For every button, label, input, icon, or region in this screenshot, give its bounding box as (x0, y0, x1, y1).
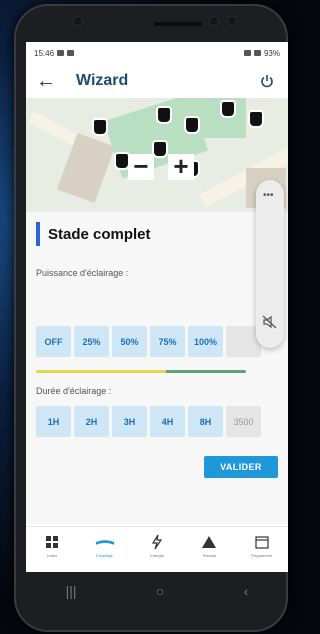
tab-programme[interactable]: Programme (239, 533, 285, 558)
stadium-map[interactable] (26, 98, 288, 212)
proximity-sensor (210, 17, 218, 25)
power-level-bar (36, 370, 246, 373)
wifi-icon (253, 50, 261, 56)
bolt-icon (147, 533, 167, 551)
back-arrow-icon[interactable]: ← (36, 71, 60, 91)
notification-icon (67, 50, 75, 56)
duration-option-4h[interactable]: 4H (150, 406, 185, 437)
bottom-tab-bar: Index Eclairage Energie Pannes Programme (26, 526, 288, 572)
section-header: Stade complet (36, 222, 151, 246)
light-mast-icon[interactable] (116, 154, 128, 168)
power-option-off[interactable]: OFF (36, 326, 71, 357)
duration-option-8h[interactable]: 8H (188, 406, 223, 437)
front-camera (74, 17, 82, 25)
power-option-100[interactable]: 100% (188, 326, 223, 357)
volume-panel[interactable]: ••• (256, 180, 284, 348)
tab-label: Programme (251, 553, 273, 558)
tab-energie[interactable]: Energie (134, 533, 180, 558)
app-bar: ← Wizard (26, 64, 288, 98)
power-option-75[interactable]: 75% (150, 326, 185, 357)
home-button[interactable]: ○ (156, 583, 164, 599)
speaker-mute-icon[interactable] (262, 314, 278, 330)
tab-label: Index (47, 553, 58, 558)
duration-option-custom[interactable]: 3500 (226, 406, 261, 437)
grid-icon (42, 533, 62, 551)
back-button[interactable]: ‹ (244, 583, 249, 599)
duration-option-1h[interactable]: 1H (36, 406, 71, 437)
front-camera-2 (228, 17, 236, 25)
tab-pannes[interactable]: Pannes (186, 533, 232, 558)
system-nav-bar: ||| ○ ‹ (26, 572, 288, 610)
settings-panel: Stade complet Puissance d'éclairage : OF… (26, 212, 288, 524)
zoom-out-button[interactable]: − (128, 153, 154, 180)
light-mast-icon[interactable] (158, 108, 170, 122)
warning-icon (199, 533, 219, 551)
tab-label: Pannes (202, 553, 217, 558)
light-mast-icon[interactable] (154, 142, 166, 156)
light-mast-icon[interactable] (94, 120, 106, 134)
light-mast-icon[interactable] (250, 112, 262, 126)
recents-button[interactable]: ||| (66, 583, 77, 599)
duration-options: 1H 2H 3H 4H 8H 3500 (36, 406, 261, 437)
map-building (56, 132, 116, 204)
tab-label: Energie (150, 553, 164, 558)
tab-label: Eclairage (96, 553, 113, 558)
signal-icon (243, 50, 251, 56)
earpiece (154, 22, 202, 26)
power-option-25[interactable]: 25% (74, 326, 109, 357)
power-icon[interactable] (256, 70, 278, 92)
tab-eclairage[interactable]: Eclairage (82, 533, 128, 558)
tab-index[interactable]: Index (29, 533, 75, 558)
calendar-icon (252, 533, 272, 551)
zoom-in-button[interactable]: + (168, 153, 194, 180)
power-label: Puissance d'éclairage : (36, 268, 129, 278)
section-title: Stade complet (48, 225, 151, 243)
battery-level: 93% (263, 48, 280, 58)
section-accent (36, 222, 40, 246)
status-bar: 15:46 93% (26, 42, 288, 64)
duration-label: Durée d'éclairage : (36, 386, 112, 396)
lamp-icon (95, 533, 115, 551)
screen: 15:46 93% ← Wizard − + Stade complet Pui… (26, 42, 288, 572)
notification-icon (57, 50, 65, 56)
light-mast-icon[interactable] (186, 118, 198, 132)
duration-option-3h[interactable]: 3H (112, 406, 147, 437)
duration-option-2h[interactable]: 2H (74, 406, 109, 437)
light-mast-icon[interactable] (222, 102, 234, 116)
page-title: Wizard (76, 72, 129, 89)
more-options-icon[interactable]: ••• (263, 190, 274, 201)
validate-button[interactable]: VALIDER (204, 456, 278, 478)
power-options: OFF 25% 50% 75% 100% (36, 326, 261, 357)
clock: 15:46 (34, 48, 55, 58)
power-option-50[interactable]: 50% (112, 326, 147, 357)
